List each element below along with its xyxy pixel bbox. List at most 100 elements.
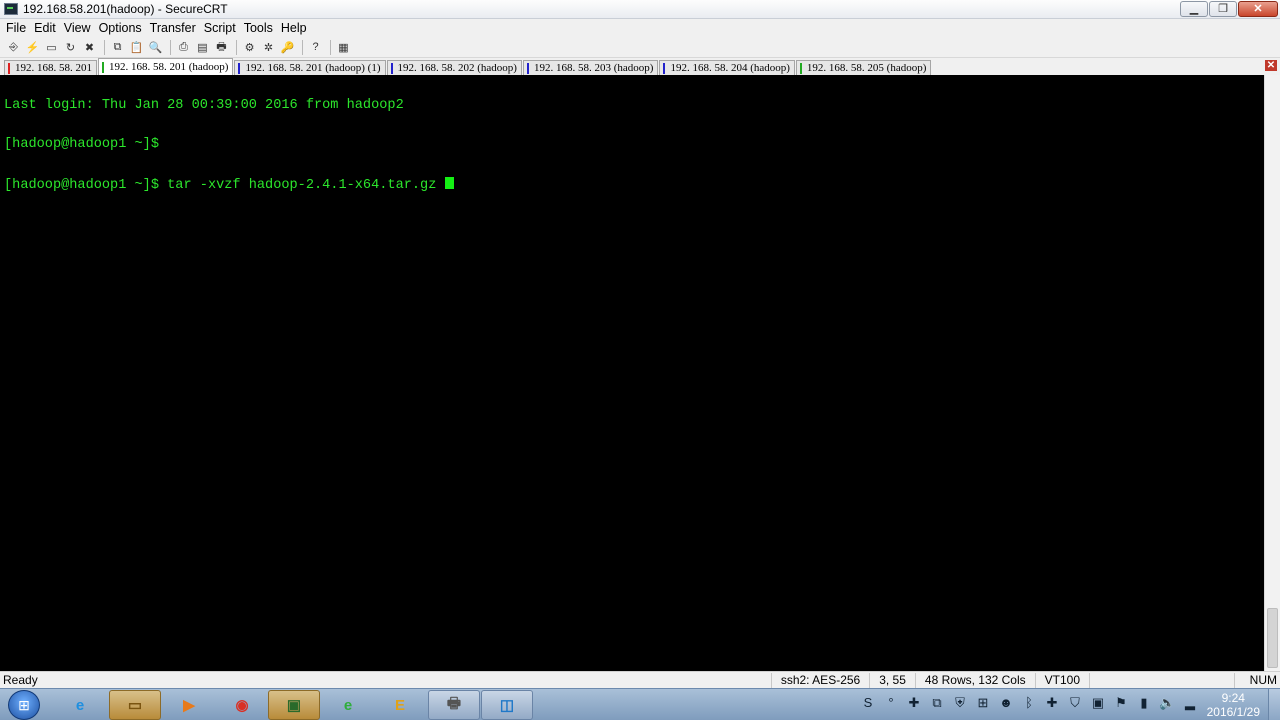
quick-connect-icon[interactable]: ⚡ [24, 39, 41, 55]
securecrt-taskbar-icon[interactable]: ▣ [268, 690, 320, 720]
menu-bar: File Edit View Options Transfer Script T… [0, 19, 1280, 37]
status-bar: Ready ssh2: AES-256 3, 55 48 Rows, 132 C… [0, 671, 1280, 688]
360-browser-taskbar-icon[interactable]: e [322, 690, 374, 720]
status-cipher: ssh2: AES-256 [770, 672, 869, 688]
securecrt-app-icon[interactable] [4, 3, 18, 15]
help-icon[interactable]: ? [307, 39, 324, 55]
signal-tray-icon[interactable]: ▂ [1182, 695, 1198, 711]
tab-label: 192. 168. 58. 201 [15, 62, 92, 74]
title-bar: 192.168.58.201(hadoop) - SecureCRT ▁ ❐ ✕ [0, 0, 1280, 19]
terminal-line: [hadoop@hadoop1 ~]$ [4, 136, 168, 152]
menu-file[interactable]: File [2, 21, 30, 35]
chrome-taskbar-icon[interactable]: ◉ [216, 690, 268, 720]
volume-tray-icon[interactable]: 🔈 [1159, 695, 1175, 711]
terminal-line: Last login: Thu Jan 28 00:39:00 2016 fro… [4, 98, 404, 114]
session-tab[interactable]: 192. 168. 58. 201 (hadoop) [98, 58, 234, 75]
print-selection-icon[interactable]: ▤ [194, 39, 211, 55]
shield-tray-icon[interactable]: ⛨ [952, 695, 968, 711]
status-empty [1089, 672, 1234, 688]
menu-script[interactable]: Script [200, 21, 240, 35]
session-tabs: 192. 168. 58. 201 192. 168. 58. 201 (hado… [0, 58, 1280, 75]
menu-edit[interactable]: Edit [30, 21, 60, 35]
show-desktop-button[interactable] [1268, 689, 1280, 720]
session-tab[interactable]: 192. 168. 58. 202 (hadoop) [386, 60, 522, 75]
power-tray-icon[interactable]: ▮ [1136, 695, 1152, 711]
tab-status-marker [799, 62, 802, 74]
menu-options[interactable]: Options [95, 21, 146, 35]
bluetooth-tray-icon[interactable]: ᛒ [1021, 695, 1037, 711]
toolbar: ⎆ ⚡ ▭ ↻ ✖ ⧉ 📋 🔍 ⎙ ▤ 🖶 ⚙ ✲ 🔑? ▦ [0, 37, 1280, 58]
status-num-lock: NUM [1234, 672, 1280, 688]
menu-view[interactable]: View [60, 21, 95, 35]
status-terminal-size: 48 Rows, 132 Cols [914, 672, 1035, 688]
media-player-taskbar-icon[interactable]: ▶ [163, 690, 215, 720]
close-button[interactable]: ✕ [1238, 1, 1278, 17]
toolbar-separator [302, 39, 303, 55]
sogou-tray-icon[interactable]: S [860, 695, 876, 711]
clock[interactable]: 9:24 2016/1/29 [1207, 691, 1260, 719]
system-tray: S ° ✚ ⧉ ⛨ ⊞ ☻ ᛒ ✚ ⛉ ▣ ⚑ ▮ 🔈 ▂ [860, 695, 1198, 711]
close-tab-icon[interactable]: ✕ [1265, 60, 1277, 71]
print-setup-icon[interactable]: ⎙ [175, 39, 192, 55]
session-options-icon[interactable]: ⚙ [241, 39, 258, 55]
copy-icon[interactable]: ⧉ [109, 39, 126, 55]
session-tab[interactable]: 192. 168. 58. 201 (hadoop) (1) [234, 60, 386, 75]
clock-time: 9:24 [1221, 691, 1245, 705]
ie-taskbar-icon[interactable]: e [54, 690, 106, 720]
sftp-icon[interactable]: ▦ [335, 39, 352, 55]
global-options-icon[interactable]: ✲ [260, 39, 277, 55]
terminal-cursor [444, 176, 454, 189]
start-button[interactable]: ⊞ [8, 690, 40, 720]
e-app-taskbar-icon[interactable]: E [374, 690, 426, 720]
tab-status-marker [8, 62, 10, 74]
tab-label: 192. 168. 58. 202 (hadoop) [397, 62, 517, 74]
tab-status-marker [663, 62, 666, 74]
tab-label: 192. 168. 58. 201 (hadoop) [109, 61, 229, 73]
tab-label: 192. 168. 58. 205 (hadoop) [806, 62, 927, 74]
tab-label: 192. 168. 58. 201 (hadoop) (1) [245, 62, 381, 74]
plus-tray-icon[interactable]: ✚ [1044, 695, 1060, 711]
session-tab[interactable]: 192. 168. 58. 201 [4, 60, 97, 75]
menu-transfer[interactable]: Transfer [146, 21, 200, 35]
clock-date: 2016/1/29 [1206, 705, 1260, 719]
window-title: 192.168.58.201(hadoop) - SecureCRT [23, 2, 228, 16]
disconnect-icon[interactable]: ✖ [81, 39, 98, 55]
status-emulation: VT100 [1034, 672, 1089, 688]
input-tray-icon[interactable]: ✚ [906, 695, 922, 711]
reconnect-icon[interactable]: ↻ [62, 39, 79, 55]
toolbar-separator [330, 39, 331, 55]
vmware-taskbar-icon[interactable]: ◫ [481, 690, 533, 720]
keymap-icon[interactable]: 🔑 [279, 39, 296, 55]
terminal-screen[interactable]: Last login: Thu Jan 28 00:39:00 2016 fro… [0, 75, 1264, 671]
terminal-line: [hadoop@hadoop1 ~]$ tar -xvzf hadoop-2.4… [4, 176, 1264, 192]
menu-tools[interactable]: Tools [240, 21, 277, 35]
tab-label: 192. 168. 58. 203 (hadoop) [533, 62, 654, 74]
security-tray-icon[interactable]: ⛉ [1067, 695, 1083, 711]
session-tab[interactable]: 192. 168. 58. 203 (hadoop) [522, 60, 659, 75]
monitor-tray-icon[interactable]: ▣ [1090, 695, 1106, 711]
menu-help[interactable]: Help [277, 21, 311, 35]
connect-in-tab-icon[interactable]: ▭ [43, 39, 60, 55]
restore-button[interactable]: ❐ [1209, 1, 1237, 17]
paste-icon[interactable]: 📋 [128, 39, 145, 55]
windows-tray-icon[interactable]: ⊞ [975, 695, 991, 711]
find-icon[interactable]: 🔍 [147, 39, 164, 55]
print-icon[interactable]: 🖶 [213, 39, 230, 55]
qq-tray-icon[interactable]: ☻ [998, 695, 1014, 711]
pinyin-tray-icon[interactable]: ° [883, 695, 899, 711]
taskbar: ⊞ S ° ✚ ⧉ ⛨ ⊞ ☻ ᛒ ✚ ⛉ ▣ ⚑ ▮ 🔈 ▂ 9:24 2016/1/29 e ▭ ▶ ◉ ▣ e E… [0, 688, 1280, 720]
toolbar-separator [236, 39, 237, 55]
network-share-tray-icon[interactable]: ⧉ [929, 695, 945, 711]
toolbar-separator [170, 39, 171, 55]
session-tab[interactable]: 192. 168. 58. 204 (hadoop) [659, 60, 795, 75]
vertical-scrollbar[interactable] [1264, 75, 1280, 671]
connect-icon[interactable]: ⎆ [5, 39, 22, 55]
minimize-button[interactable]: ▁ [1180, 1, 1208, 17]
flag-tray-icon[interactable]: ⚑ [1113, 695, 1129, 711]
explorer-taskbar-icon[interactable]: ▭ [109, 690, 161, 720]
tab-status-marker [390, 62, 393, 74]
session-tab[interactable]: 192. 168. 58. 205 (hadoop) [795, 60, 932, 75]
status-cursor-position: 3, 55 [869, 672, 915, 688]
printer-taskbar-icon[interactable]: 🖶 [428, 690, 480, 720]
scrollbar-thumb[interactable] [1267, 608, 1278, 668]
